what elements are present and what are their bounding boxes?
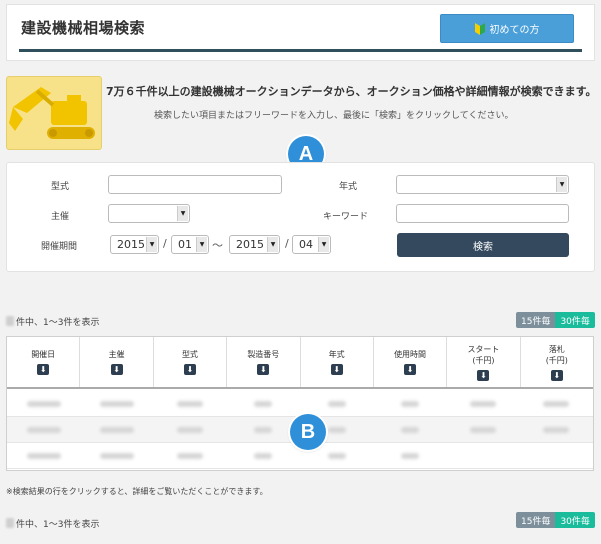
- table-row[interactable]: [7, 391, 593, 417]
- from-year-select[interactable]: 2015 ▼: [110, 235, 159, 254]
- sort-down-icon[interactable]: ⬇: [404, 364, 417, 375]
- column-header-label: 年式: [328, 350, 345, 359]
- beginner-mark-icon: [474, 22, 485, 35]
- column-header-label: 製造番号: [247, 350, 280, 359]
- from-year-value: 2015: [117, 238, 145, 251]
- search-panel: 型式 年式 ▼ 主催 ▼ キーワード 開催期間 2015 ▼ / 01 ▼ ～ …: [6, 162, 595, 272]
- column-header: 開催日 ⬇: [7, 337, 81, 387]
- column-header-label: 型式: [181, 350, 198, 359]
- result-count-text: 件中、1～3件を表示: [16, 318, 100, 328]
- column-header: 使用時間 ⬇: [374, 337, 448, 387]
- column-header-label: 落札 (千円): [545, 344, 568, 365]
- to-month-value: 04: [299, 238, 313, 251]
- column-header: 製造番号 ⬇: [227, 337, 301, 387]
- chevron-down-icon: ▼: [196, 237, 207, 252]
- sort-down-icon[interactable]: ⬇: [110, 364, 123, 375]
- hero-main-text: 7万６千件以上の建設機械オークションデータから、オークション価格や詳細情報が検索…: [106, 85, 597, 98]
- column-header: 主催 ⬇: [80, 337, 154, 387]
- year-select[interactable]: ▼: [396, 175, 569, 194]
- chevron-down-icon: ▼: [556, 177, 567, 192]
- header-panel: 建設機械相場検索 初めての方: [6, 4, 595, 61]
- date-slash: /: [163, 237, 167, 250]
- per-page-toggle-bottom: 15件毎 30件毎: [516, 512, 595, 528]
- title-divider: [19, 49, 582, 52]
- sort-down-icon[interactable]: ⬇: [37, 364, 50, 375]
- results-table: 開催日 ⬇ 主催 ⬇ 型式 ⬇ 製造番号 ⬇ 年式 ⬇ 使用時間 ⬇ スタート (千円) ⬇ 落札 (千円)…: [6, 336, 594, 471]
- sort-down-icon[interactable]: ⬇: [257, 364, 270, 375]
- results-note: ※検索結果の行をクリックすると、詳細をご覧いただくことができます。: [6, 487, 268, 496]
- chevron-down-icon: ▼: [146, 237, 157, 252]
- column-header: 落札 (千円) ⬇: [521, 337, 593, 387]
- table-header: 開催日 ⬇ 主催 ⬇ 型式 ⬇ 製造番号 ⬇ 年式 ⬇ 使用時間 ⬇ スタート (千円) ⬇ 落札 (千円)…: [7, 337, 593, 389]
- per-page-30-button[interactable]: 30件毎: [555, 312, 595, 328]
- model-input[interactable]: [108, 175, 282, 194]
- date-slash: /: [285, 237, 289, 250]
- result-count-bottom: 件中、1～3件を表示: [6, 517, 99, 530]
- blurred-total: [6, 316, 14, 326]
- excavator-image: [6, 76, 102, 150]
- organizer-label: 主催: [51, 212, 70, 222]
- to-year-select[interactable]: 2015 ▼: [229, 235, 280, 254]
- chevron-down-icon: ▼: [318, 237, 329, 252]
- keyword-label: キーワード: [323, 212, 369, 222]
- keyword-input[interactable]: [396, 204, 569, 223]
- sort-down-icon[interactable]: ⬇: [183, 364, 196, 375]
- column-header-label: 使用時間: [394, 350, 427, 359]
- first-time-button-label: 初めての方: [489, 25, 540, 36]
- per-page-15-button[interactable]: 15件毎: [516, 312, 556, 328]
- to-month-select[interactable]: 04 ▼: [292, 235, 331, 254]
- organizer-select[interactable]: ▼: [108, 204, 190, 223]
- sort-down-icon[interactable]: ⬇: [330, 364, 343, 375]
- period-label: 開催期間: [41, 242, 78, 252]
- chevron-down-icon: ▼: [267, 237, 278, 252]
- column-header: 型式 ⬇: [154, 337, 228, 387]
- search-button[interactable]: 検索: [397, 233, 569, 257]
- year-label: 年式: [339, 182, 358, 192]
- column-header: 年式 ⬇: [301, 337, 374, 387]
- per-page-30-button[interactable]: 30件毎: [555, 512, 595, 528]
- from-month-select[interactable]: 01 ▼: [171, 235, 209, 254]
- per-page-15-button[interactable]: 15件毎: [516, 512, 556, 528]
- sort-down-icon[interactable]: ⬇: [477, 369, 490, 381]
- column-header-label: 主催: [108, 350, 125, 359]
- result-count-top: 件中、1～3件を表示: [6, 315, 99, 328]
- result-count-text: 件中、1～3件を表示: [16, 520, 100, 530]
- to-year-value: 2015: [236, 238, 264, 251]
- page-title: 建設機械相場検索: [21, 19, 146, 37]
- chevron-down-icon: ▼: [177, 206, 188, 221]
- date-tilde: ～: [212, 239, 223, 252]
- column-header: スタート (千円) ⬇: [447, 337, 521, 387]
- badge-b: B: [290, 414, 326, 450]
- model-label: 型式: [51, 182, 70, 192]
- first-time-button[interactable]: 初めての方: [440, 14, 574, 43]
- hero-sub-text: 検索したい項目またはフリーワードを入力し、最後に「検索」をクリックしてください。: [154, 111, 514, 121]
- from-month-value: 01: [178, 238, 192, 251]
- sort-down-icon[interactable]: ⬇: [550, 369, 563, 381]
- column-header-label: 開催日: [31, 350, 56, 359]
- excavator-icon: [9, 87, 95, 139]
- blurred-total: [6, 518, 14, 528]
- column-header-label: スタート (千円): [467, 344, 500, 365]
- per-page-toggle-top: 15件毎 30件毎: [516, 312, 595, 328]
